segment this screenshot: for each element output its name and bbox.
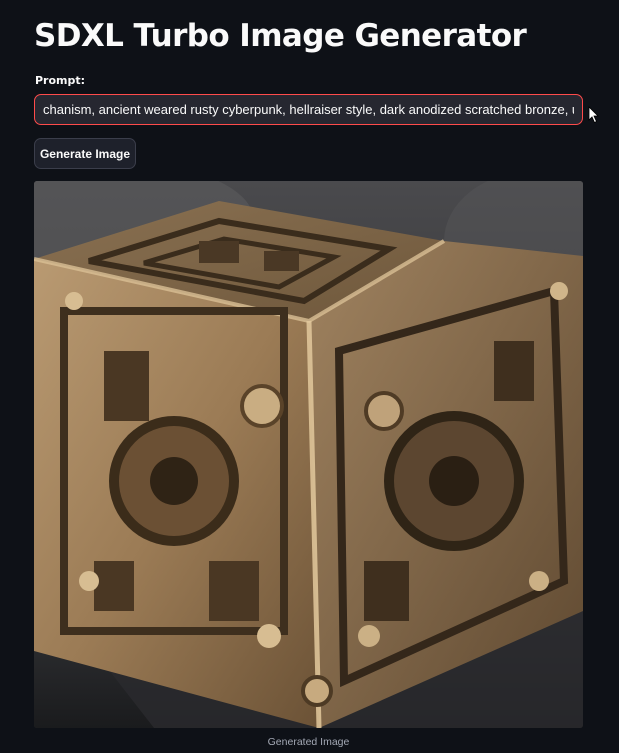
page-title: SDXL Turbo Image Generator <box>34 18 527 54</box>
generated-image-graphic <box>34 181 583 728</box>
generate-image-button[interactable]: Generate Image <box>34 138 136 169</box>
app-root: SDXL Turbo Image Generator Prompt: Gener… <box>0 0 619 753</box>
mouse-pointer-icon <box>588 106 599 124</box>
generated-image <box>34 181 583 728</box>
image-caption: Generated Image <box>267 736 350 748</box>
prompt-label: Prompt: <box>35 74 86 87</box>
prompt-input[interactable] <box>34 94 583 125</box>
